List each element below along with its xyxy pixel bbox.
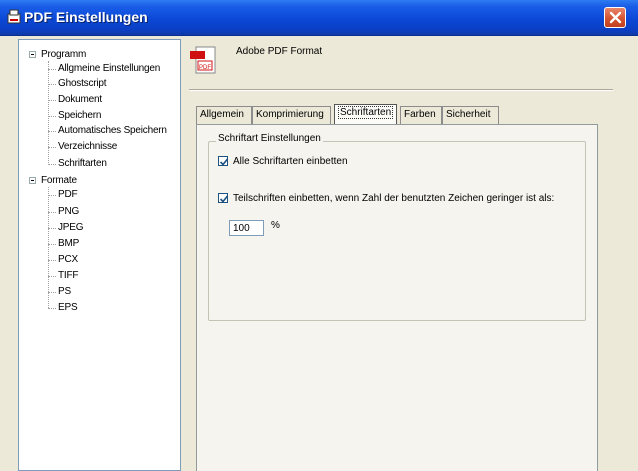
tree-item-eps[interactable]: EPS (58, 302, 78, 314)
close-icon (609, 11, 622, 24)
group-title: Schriftart Einstellungen (216, 133, 323, 144)
tree-item-png[interactable]: PNG (58, 206, 79, 218)
tree-node-label: Formate (41, 175, 77, 186)
tree-connector (48, 244, 56, 245)
tree-item-pcx[interactable]: PCX (58, 254, 78, 266)
collapse-icon[interactable] (29, 177, 36, 184)
format-label: Adobe PDF Format (236, 46, 323, 57)
tree-connector (48, 292, 56, 293)
tree-connector (48, 260, 56, 261)
settings-tree[interactable]: Programm Allgmeine Einstellungen Ghostsc… (18, 39, 181, 471)
tree-connector (48, 131, 56, 132)
tree-connector (48, 195, 56, 196)
tree-connector (48, 69, 56, 70)
tree-item-ghostscript[interactable]: Ghostscript (58, 78, 107, 90)
tree-item-jpeg[interactable]: JPEG (58, 222, 84, 234)
printer-app-icon (7, 9, 21, 24)
tree-item-automatisches-speichern[interactable]: Automatisches Speichern (58, 125, 167, 137)
tree-connector (48, 276, 56, 277)
tab-allgemein[interactable]: Allgemein (196, 106, 252, 124)
tab-farben[interactable]: Farben (400, 106, 442, 124)
tree-item-speichern[interactable]: Speichern (58, 110, 101, 122)
checkmark-icon (219, 195, 229, 203)
subset-threshold-input[interactable] (229, 220, 264, 236)
collapse-icon[interactable] (29, 51, 36, 58)
percent-unit-label: % (271, 220, 280, 231)
tree-item-dokument[interactable]: Dokument (58, 94, 102, 106)
tree-connector (48, 147, 56, 148)
subset-fonts-checkbox[interactable] (218, 193, 229, 203)
tree-item-allgemeine-einstellungen[interactable]: Allgmeine Einstellungen (58, 63, 160, 75)
close-button[interactable] (604, 7, 626, 28)
tab-sicherheit[interactable]: Sicherheit (442, 106, 499, 124)
tree-connector (48, 61, 49, 165)
tree-item-verzeichnisse[interactable]: Verzeichnisse (58, 141, 117, 153)
font-settings-group (208, 141, 586, 321)
window-title: PDF Einstellungen (24, 9, 148, 25)
tree-item-pdf[interactable]: PDF (58, 189, 78, 201)
tree-connector (48, 308, 56, 309)
embed-all-fonts-label: Alle Schriftarten einbetten (233, 156, 348, 167)
tree-connector (48, 84, 56, 85)
tree-node-programm[interactable]: Programm (41, 49, 86, 61)
tab-komprimierung[interactable]: Komprimierung (252, 106, 331, 124)
tree-item-tiff[interactable]: TIFF (58, 270, 79, 282)
subset-fonts-label: Teilschriften einbetten, wenn Zahl der b… (233, 193, 555, 204)
tab-schriftarten[interactable]: Schriftarten (334, 104, 397, 125)
checkmark-icon (219, 158, 229, 166)
header-divider (189, 89, 613, 91)
tree-connector (48, 228, 56, 229)
embed-all-fonts-checkbox[interactable] (218, 156, 229, 166)
tree-item-ps[interactable]: PS (58, 286, 71, 298)
tree-item-schriftarten[interactable]: Schriftarten (58, 158, 107, 170)
pdf-icon-text: PDF (199, 65, 211, 71)
tree-node-label: Programm (41, 49, 87, 60)
tree-item-bmp[interactable]: BMP (58, 238, 79, 250)
tree-connector (48, 212, 56, 213)
pdf-settings-window: PDF Einstellungen Programm Allgmeine Ein… (0, 0, 638, 471)
tree-connector (48, 100, 56, 101)
tree-node-formate[interactable]: Formate (41, 175, 77, 187)
tree-connector (48, 187, 49, 308)
title-bar[interactable]: PDF Einstellungen (0, 0, 638, 36)
tree-connector (48, 164, 56, 165)
pdf-document-icon: PDF (190, 46, 216, 74)
tree-connector (48, 116, 56, 117)
